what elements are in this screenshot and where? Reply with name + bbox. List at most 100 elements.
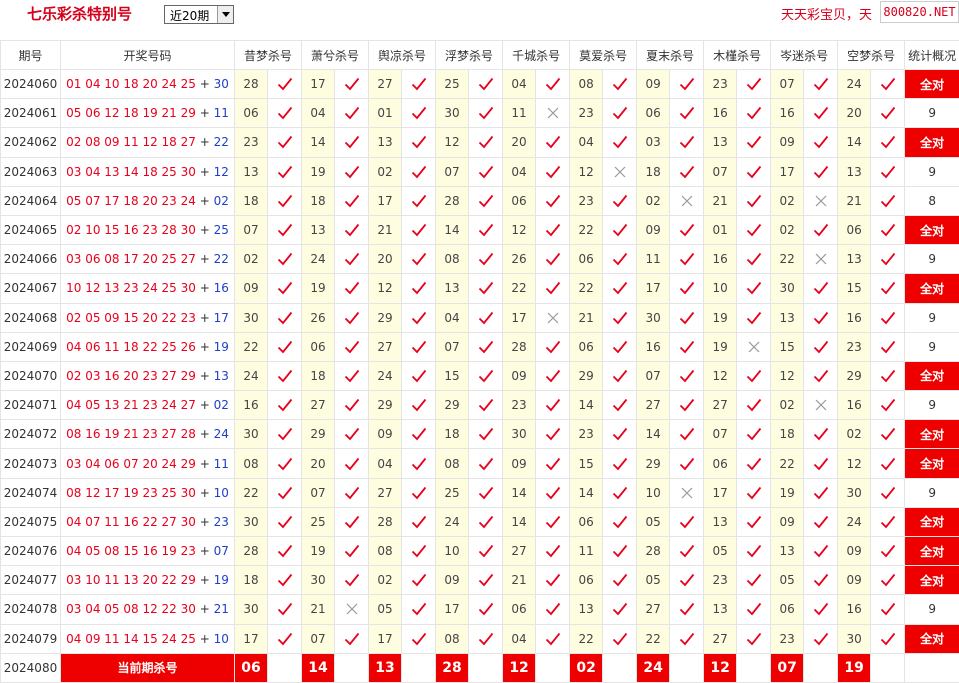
brand-badge[interactable]: 800820.NET [880,1,959,23]
check-icon [545,486,560,500]
check-icon [746,107,761,120]
check-icon [411,457,426,470]
draw-special-number: 30 [213,77,229,92]
draw-main-numbers: 04 07 11 16 22 27 30 [66,514,196,529]
issue-cell: 2024062 [0,127,61,158]
hit-mark-cell [602,331,638,362]
check-icon [813,340,828,354]
current-stat-cell [904,652,959,683]
kill-number-table: 期号 开奖号码 昔梦杀号 萧兮杀号 舆凉杀号 浮梦杀号 千城杀号 莫爱杀号 夏末… [0,40,959,683]
hit-mark-cell [535,565,571,596]
check-icon [746,574,761,587]
kill-number-cell: 24 [368,360,403,392]
header-expert: 千城杀号 [502,40,571,70]
check-icon [880,194,895,208]
table-row: 2024074 08 12 17 19 23 25 30 + 10 22 07 27 25… [0,477,959,508]
table-row: 2024073 03 04 06 07 20 24 29 + 11 08 20 04 08… [0,448,959,479]
check-icon [880,311,895,324]
hit-mark-cell [870,360,906,392]
check-icon [746,194,761,208]
hit-mark-cell [803,214,839,246]
table-row: 2024071 04 05 13 21 23 24 27 + 02 16 27 29 29… [0,390,959,421]
kill-number-cell: 11 [636,244,671,275]
check-icon [813,574,828,587]
hit-mark-cell [803,594,839,625]
draw-plus-sign: + [195,281,214,296]
draw-main-numbers: 08 12 17 19 23 25 30 [66,485,196,500]
table-row: 2024076 04 05 08 15 16 19 23 + 07 28 19 08 10… [0,535,959,567]
check-icon [411,515,426,529]
kill-number-cell: 07 [636,360,671,392]
check-icon [679,253,694,266]
kill-number-cell: 18 [636,156,671,187]
hit-mark-cell [870,594,906,625]
check-icon [478,515,493,529]
check-icon [277,311,292,324]
kill-number-cell: 18 [234,185,268,216]
kill-number-cell: 09 [837,535,872,567]
hit-mark-cell [669,565,705,596]
kill-number-cell: 06 [703,448,738,479]
hit-mark-cell [736,506,772,538]
hit-mark-cell [870,273,906,304]
kill-number-cell: 13 [837,156,872,187]
draw-plus-sign: + [195,514,214,529]
hit-mark-cell [669,127,705,158]
check-icon [880,253,895,266]
kill-number-cell: 08 [569,68,604,100]
hit-mark-cell [669,360,705,392]
draw-main-numbers: 03 06 08 17 20 25 27 [66,252,196,267]
check-icon [813,136,828,149]
check-icon [344,515,359,529]
hit-mark-cell [266,623,303,654]
kill-number-cell: 13 [435,273,470,304]
check-icon [478,428,493,441]
draw-plus-sign: + [195,544,214,559]
table-row: 2024077 03 10 11 13 20 22 29 + 19 18 30 02 09… [0,565,959,596]
kill-number-cell: 12 [703,360,738,392]
kill-number-cell: 21 [301,594,336,625]
kill-number-cell: 19 [703,302,738,333]
draw-cell: 02 05 09 15 20 22 23 + 17 [60,302,235,333]
hit-mark-cell [535,477,571,508]
hit-mark-cell [602,594,638,625]
hit-mark-cell [736,156,772,187]
issue-cell: 2024075 [0,506,61,538]
check-icon [344,253,359,266]
draw-special-number: 07 [213,544,229,559]
hit-mark-cell [401,244,437,275]
kill-number-cell: 22 [569,273,604,304]
draw-plus-sign: + [195,427,214,442]
hit-mark-cell [266,535,303,567]
check-icon [612,223,627,237]
draw-cell: 05 07 17 18 20 23 24 + 02 [60,185,235,216]
check-icon [478,457,493,470]
check-icon [880,486,895,500]
hit-mark-cell [870,214,906,246]
draw-special-number: 11 [213,106,229,121]
chevron-down-icon[interactable] [217,6,233,23]
hit-mark-cell [401,127,437,158]
check-icon [679,515,694,529]
check-icon [411,253,426,266]
hit-mark-cell [334,302,370,333]
hit-mark-cell [401,360,437,392]
kill-number-cell: 06 [569,331,604,362]
current-kill-cell: 07 [770,652,805,683]
hit-mark-cell [401,506,437,538]
current-kill-cell: 06 [234,652,268,683]
check-icon [813,107,828,120]
check-icon [813,603,828,616]
period-select[interactable]: 近20期 [164,5,234,24]
stat-cell: 全对 [904,535,959,567]
hit-mark-cell [736,302,772,333]
kill-number-cell: 06 [502,594,537,625]
hit-mark-cell [602,98,638,129]
check-icon [344,311,359,324]
kill-number-cell: 21 [569,302,604,333]
kill-number-cell: 21 [368,214,403,246]
check-icon [880,603,895,616]
kill-number-cell: 28 [234,68,268,100]
check-icon [880,574,895,587]
check-icon [344,223,359,237]
